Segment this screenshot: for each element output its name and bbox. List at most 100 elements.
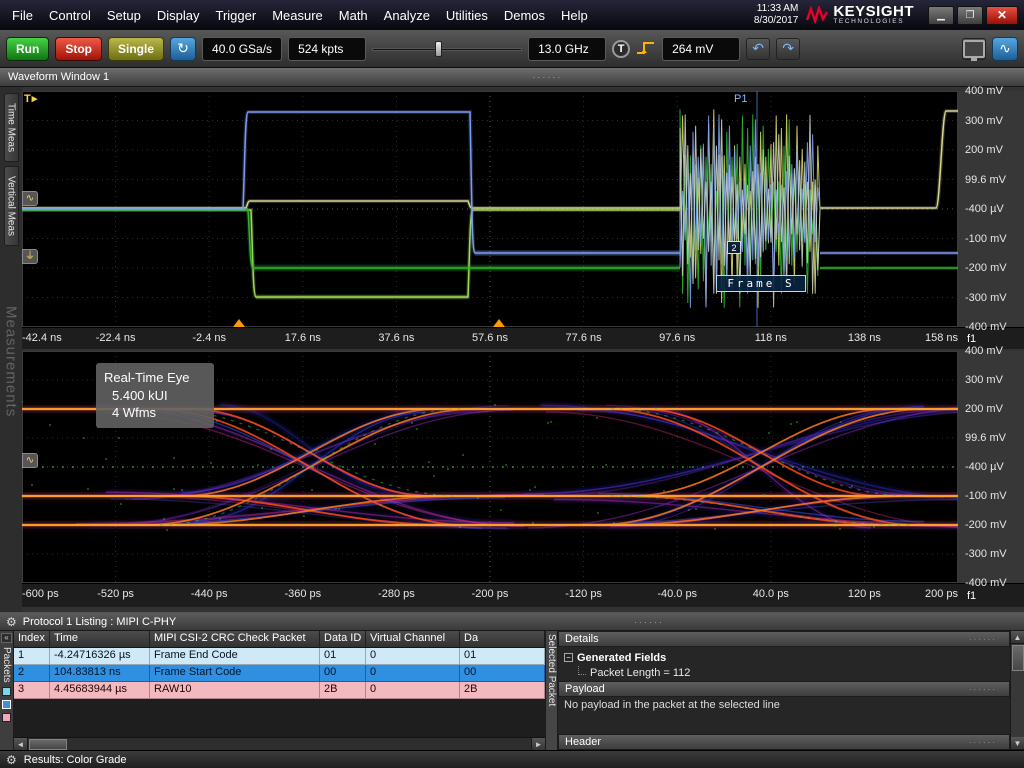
column-header[interactable]: MIPI CSI-2 CRC Check Packet [150, 631, 320, 648]
touch-screen-button[interactable] [962, 38, 986, 60]
details-drag-handle[interactable]: ······ [969, 635, 1003, 644]
details-bar[interactable]: Details ······ [558, 631, 1010, 647]
menu-utilities[interactable]: Utilities [438, 3, 496, 28]
menu-file[interactable]: File [4, 3, 41, 28]
selected-packet-tab[interactable]: Selected Packet [545, 631, 558, 750]
tree-field-row[interactable]: Packet Length = 112 [564, 665, 1006, 680]
packet-row[interactable]: 1-4.24716326 µsFrame End Code01001 [14, 648, 545, 665]
column-header[interactable]: Time [50, 631, 150, 648]
menu-control[interactable]: Control [41, 3, 99, 28]
timebase-reference-marker[interactable] [493, 319, 505, 327]
side-tab-1[interactable]: Vertical Meas [4, 166, 19, 246]
header-bar[interactable]: Header ······ [558, 734, 1010, 750]
p1-cursor-label: P1 [734, 93, 747, 105]
minimize-button[interactable]: ▁ [928, 6, 954, 25]
x-tick: 17.6 ns [285, 332, 321, 344]
protocol-panel: ⚙ Protocol 1 Listing : MIPI C-PHY ······… [0, 612, 1024, 750]
clock-time: 11:33 AM [754, 3, 799, 15]
column-header[interactable]: Virtual Channel [366, 631, 460, 648]
trigger-level-field[interactable]: 264 mV [662, 37, 740, 61]
undo-button[interactable]: ↶ [746, 38, 770, 60]
collapse-node-icon[interactable]: − [564, 653, 573, 662]
plot2-canvas[interactable]: ∿ Real-Time Eye 5.400 kUI 4 Wfms [22, 351, 958, 583]
results-label: Results: Color Grade [24, 754, 127, 766]
redo-button[interactable]: ↷ [776, 38, 800, 60]
menu-trigger[interactable]: Trigger [207, 3, 264, 28]
run-control-loop-button[interactable]: ↻ [170, 37, 196, 61]
single-button[interactable]: Single [108, 37, 164, 61]
menu-math[interactable]: Math [331, 3, 376, 28]
slider-handle[interactable] [435, 41, 442, 57]
measurements-tab[interactable]: Measurements [3, 306, 20, 417]
plot1-canvas[interactable]: T ∿ ⏚ P1 2 Frame S [22, 91, 958, 327]
oscilloscope-app: FileControlSetupDisplayTriggerMeasureMat… [0, 0, 1024, 768]
packet-row[interactable]: 34.45683944 µsRAW102B02B [14, 682, 545, 699]
y-tick: 99.6 mV [965, 174, 1006, 186]
tree-group-row[interactable]: − Generated Fields [564, 650, 1006, 665]
scroll-up-icon[interactable]: ▲ [1011, 631, 1024, 644]
menu-measure[interactable]: Measure [264, 3, 331, 28]
side-tab-0[interactable]: Time Meas [4, 93, 19, 162]
menu-analyze[interactable]: Analyze [376, 3, 438, 28]
toolbar: Run Stop Single ↻ 40.0 GSa/s 524 kpts 13… [0, 30, 1024, 68]
channel-marker-icon[interactable]: ∿ [22, 191, 38, 206]
column-header[interactable]: Index [14, 631, 50, 648]
scroll-right-icon[interactable]: ► [531, 738, 545, 751]
details-vscrollbar[interactable]: ▲ ▼ [1010, 631, 1024, 750]
scroll-left-icon[interactable]: ◄ [14, 738, 28, 751]
hscroll-thumb[interactable] [29, 739, 67, 750]
settings-gear-icon[interactable]: ⚙ [6, 753, 17, 767]
waveform-window-titlebar[interactable]: Waveform Window 1 ······ [0, 68, 1024, 87]
bandwidth-field[interactable]: 13.0 GHz [528, 37, 606, 61]
packet-cell: 0 [366, 665, 460, 682]
close-button[interactable]: ✕ [986, 6, 1018, 25]
trigger-edge-icon[interactable] [636, 40, 656, 57]
table-hscrollbar[interactable]: ◄ ► [14, 737, 545, 750]
menu-display[interactable]: Display [149, 3, 208, 28]
trigger-time-marker[interactable] [233, 319, 245, 327]
frame-annotation[interactable]: Frame S [716, 275, 806, 292]
memory-depth-field[interactable]: 524 kpts [288, 37, 366, 61]
menu-setup[interactable]: Setup [99, 3, 149, 28]
x-tick: 40.0 ps [753, 588, 789, 600]
payload-drag-handle[interactable]: ······ [969, 685, 1003, 694]
vscroll-thumb[interactable] [1012, 645, 1024, 671]
ground-marker-icon[interactable]: ⏚ [22, 249, 38, 264]
restore-button[interactable]: ❐ [957, 6, 983, 25]
packet-marker[interactable]: 2 [727, 241, 741, 254]
auto-scale-button[interactable]: ∿ [992, 37, 1018, 61]
packet-type-swatch-pink[interactable] [2, 713, 11, 722]
trigger-level-marker[interactable]: T [24, 92, 37, 105]
scroll-down-icon[interactable]: ▼ [1011, 737, 1024, 750]
x-tick: 158 ns [925, 332, 958, 344]
table-filler [14, 699, 545, 737]
stop-button[interactable]: Stop [55, 37, 102, 61]
header-drag-handle[interactable]: ······ [969, 738, 1003, 747]
collapse-icon[interactable]: « [1, 633, 12, 643]
packet-cell: 2 [14, 665, 50, 682]
y-tick: -200 mV [965, 519, 1007, 531]
packet-type-swatch-blue[interactable] [2, 700, 11, 709]
left-sidebar: Time Meas Vertical Meas Measurements [0, 87, 22, 612]
x-tick: -600 ps [22, 588, 59, 600]
packets-tab[interactable]: « Packets [0, 631, 14, 750]
sample-rate-field[interactable]: 40.0 GSa/s [202, 37, 282, 61]
packet-row[interactable]: 2104.83813 nsFrame Start Code00000 [14, 665, 545, 682]
column-header[interactable]: Data ID [320, 631, 366, 648]
y-tick: 400 mV [965, 85, 1003, 97]
packet-type-swatch-cyan[interactable] [2, 687, 11, 696]
column-header[interactable]: Da [460, 631, 545, 648]
menu-help[interactable]: Help [553, 3, 596, 28]
x-tick: 118 ns [755, 332, 787, 344]
protocol-drag-handle[interactable]: ······ [634, 617, 664, 627]
menu-demos[interactable]: Demos [496, 3, 553, 28]
protocol-header[interactable]: ⚙ Protocol 1 Listing : MIPI C-PHY ······ [0, 613, 1024, 631]
x-tick: -2.4 ns [192, 332, 226, 344]
payload-bar[interactable]: Payload ······ [558, 681, 1010, 697]
gear-icon[interactable]: ⚙ [6, 615, 17, 629]
trigger-source-icon[interactable]: T [612, 40, 630, 58]
eye-marker-icon[interactable]: ∿ [22, 453, 38, 468]
run-button[interactable]: Run [6, 37, 49, 61]
drag-handle[interactable]: ······ [532, 72, 562, 82]
horizontal-position-slider[interactable] [372, 37, 522, 61]
